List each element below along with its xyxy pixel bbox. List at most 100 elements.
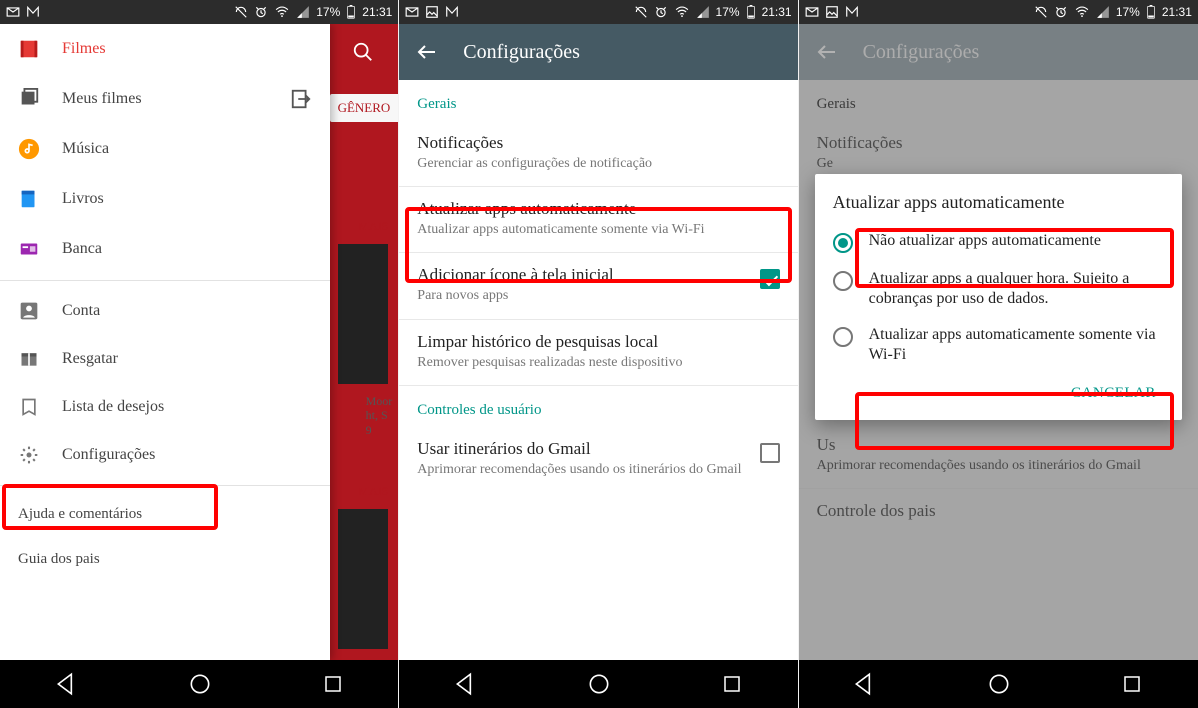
dialog-title: Atualizar apps automaticamente	[827, 192, 1170, 213]
setting-notificacoes[interactable]: Notificações Gerenciar as configurações …	[399, 121, 797, 186]
phone-2-settings: 17% 21:31 Configurações Gerais Notificaç…	[399, 0, 798, 708]
clock-time: 21:31	[1162, 5, 1192, 19]
checkbox-unchecked-icon[interactable]	[760, 443, 780, 463]
signal-icon	[1096, 5, 1110, 19]
page-title: Configurações	[463, 41, 580, 64]
nav-back-icon[interactable]	[453, 671, 479, 697]
phone-3-dialog: 17% 21:31 Configurações Gerais Notificaç…	[799, 0, 1198, 708]
background-more-2: MAIS	[358, 484, 388, 499]
background-chip-genre: GÊNERO	[330, 94, 399, 122]
nav-recent-icon[interactable]	[321, 672, 345, 696]
drawer-item-label: Lista de desejos	[62, 398, 164, 416]
auto-update-dialog: Atualizar apps automaticamente Não atual…	[815, 174, 1182, 420]
nav-home-icon[interactable]	[187, 671, 213, 697]
music-icon	[18, 138, 40, 160]
drawer-item-lista-desejos[interactable]: Lista de desejos	[0, 383, 330, 431]
phone-1-drawer: 17% 21:31 GÊNERO MAIS Moor ht, S 9 MAIS …	[0, 0, 399, 708]
drawer-item-livros[interactable]: Livros	[0, 174, 330, 224]
app-bar: Configurações	[399, 24, 797, 80]
drawer-item-label: Filmes	[62, 40, 106, 58]
mail-icon	[405, 5, 419, 19]
drawer-item-banca[interactable]: Banca	[0, 224, 330, 274]
background-poster-2	[338, 509, 388, 649]
back-arrow-icon[interactable]	[415, 40, 439, 64]
status-bar: 17% 21:31	[0, 0, 398, 24]
system-nav-bar	[399, 660, 797, 708]
setting-title: Adicionar ícone à tela inicial	[417, 265, 747, 285]
battery-pct: 17%	[316, 5, 340, 19]
letter-m-icon	[845, 5, 859, 19]
drawer-separator	[0, 280, 330, 281]
radio-unselected-icon	[833, 271, 853, 291]
alarm-icon	[1054, 5, 1068, 19]
search-icon	[352, 41, 374, 63]
setting-title: Usar itinerários do Gmail	[417, 439, 747, 459]
signal-icon	[296, 5, 310, 19]
drawer-item-configuracoes[interactable]: Configurações	[0, 431, 330, 479]
battery-pct: 17%	[716, 5, 740, 19]
battery-pct: 17%	[1116, 5, 1140, 19]
setting-subtitle: Remover pesquisas realizadas neste dispo…	[417, 354, 779, 372]
status-bar: 17% 21:31	[799, 0, 1198, 24]
nav-home-icon[interactable]	[586, 671, 612, 697]
wifi-icon	[674, 5, 690, 19]
background-more-1: MAIS	[358, 219, 388, 234]
radio-option-wifi[interactable]: Atualizar apps automaticamente somente v…	[827, 317, 1170, 371]
mute-icon	[634, 5, 648, 19]
image-icon	[425, 5, 439, 19]
cancel-button[interactable]: CANCELAR	[1063, 379, 1164, 408]
setting-title: Notificações	[417, 133, 779, 153]
checkbox-checked-icon[interactable]	[760, 269, 780, 289]
setting-usar-itinerarios[interactable]: Usar itinerários do Gmail Aprimorar reco…	[399, 427, 797, 492]
radio-option-qualquer-hora[interactable]: Atualizar apps a qualquer hora. Sujeito …	[827, 261, 1170, 317]
setting-title: Limpar histórico de pesquisas local	[417, 332, 779, 352]
drawer-item-filmes[interactable]: Filmes	[0, 24, 330, 74]
radio-option-nao-atualizar[interactable]: Não atualizar apps automaticamente	[827, 223, 1170, 261]
gmail-icon	[6, 5, 20, 19]
setting-title: Atualizar apps automaticamente	[417, 199, 779, 219]
wishlist-icon	[19, 397, 39, 417]
setting-atualizar-apps[interactable]: Atualizar apps automaticamente Atualizar…	[399, 187, 797, 252]
drawer-item-label: Livros	[62, 190, 104, 208]
drawer-item-resgatar[interactable]: Resgatar	[0, 335, 330, 383]
exit-icon	[290, 88, 312, 110]
setting-subtitle: Para novos apps	[417, 287, 747, 305]
drawer-item-label: Banca	[62, 240, 102, 258]
drawer-item-meus-filmes[interactable]: Meus filmes	[0, 74, 330, 124]
radio-label: Não atualizar apps automaticamente	[869, 231, 1101, 251]
nav-recent-icon[interactable]	[720, 672, 744, 696]
system-nav-bar	[799, 660, 1198, 708]
nav-home-icon[interactable]	[986, 671, 1012, 697]
background-poster-1	[338, 244, 388, 384]
radio-label: Atualizar apps a qualquer hora. Sujeito …	[869, 269, 1164, 309]
my-films-icon	[18, 88, 40, 110]
system-nav-bar	[0, 660, 398, 708]
wifi-icon	[274, 5, 290, 19]
drawer-item-label: Configurações	[62, 446, 155, 464]
setting-subtitle: Atualizar apps automaticamente somente v…	[417, 221, 779, 239]
mute-icon	[1034, 5, 1048, 19]
drawer-item-label: Meus filmes	[62, 90, 142, 108]
battery-icon	[1146, 5, 1156, 19]
wifi-icon	[1074, 5, 1090, 19]
nav-back-icon[interactable]	[54, 671, 80, 697]
battery-icon	[746, 5, 756, 19]
signal-icon	[696, 5, 710, 19]
drawer-item-conta[interactable]: Conta	[0, 287, 330, 335]
alarm-icon	[254, 5, 268, 19]
clock-time: 21:31	[762, 5, 792, 19]
gear-icon	[19, 445, 39, 465]
drawer-item-guia-pais[interactable]: Guia dos pais	[0, 537, 330, 582]
drawer-item-musica[interactable]: Música	[0, 124, 330, 174]
nav-recent-icon[interactable]	[1120, 672, 1144, 696]
mail-icon	[805, 5, 819, 19]
nav-back-icon[interactable]	[852, 671, 878, 697]
section-header-gerais: Gerais	[399, 80, 797, 121]
redeem-icon	[19, 349, 39, 369]
setting-adicionar-icone[interactable]: Adicionar ícone à tela inicial Para novo…	[399, 253, 797, 318]
drawer-separator	[0, 485, 330, 486]
account-icon	[19, 301, 39, 321]
setting-limpar-historico[interactable]: Limpar histórico de pesquisas local Remo…	[399, 320, 797, 385]
drawer-item-ajuda[interactable]: Ajuda e comentários	[0, 492, 330, 537]
background-poster-caption: Moor ht, S 9	[366, 394, 393, 437]
